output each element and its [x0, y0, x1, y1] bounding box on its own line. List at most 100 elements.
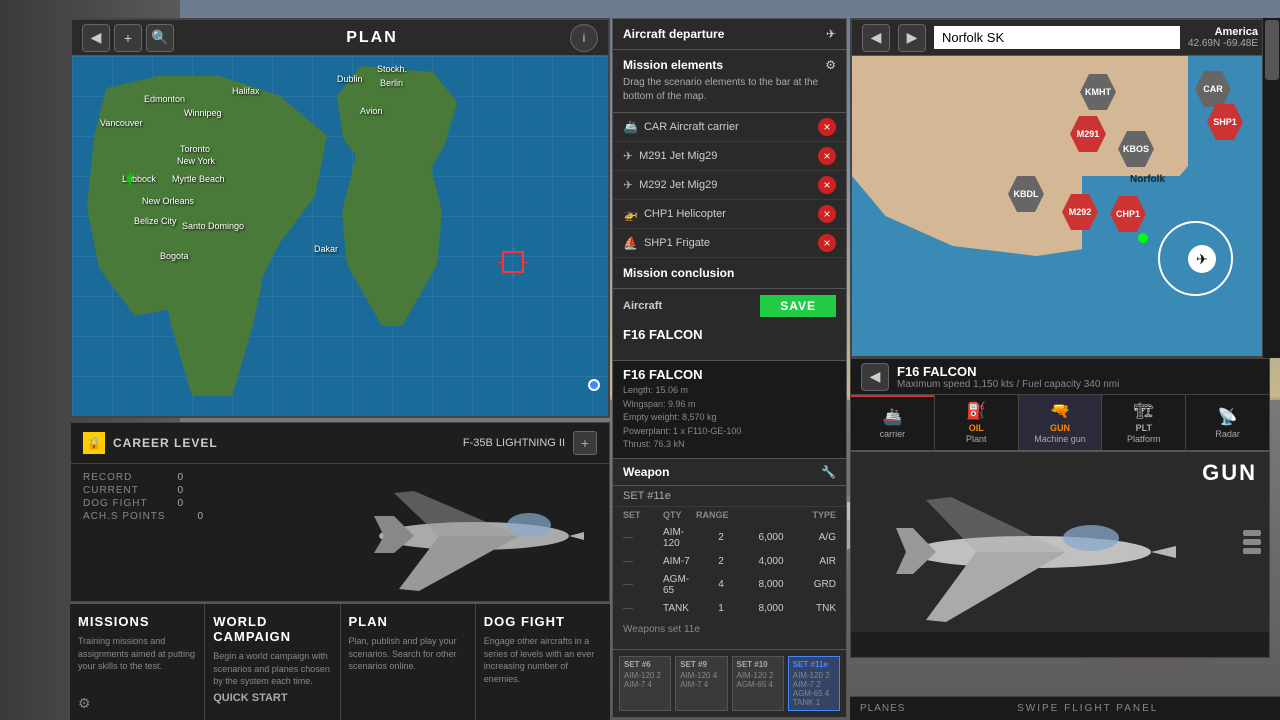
tactical-forward-button[interactable]: ▶: [898, 24, 926, 52]
hex-chp1[interactable]: CHP1: [1110, 196, 1146, 232]
aircraft-departure-icon: ✈: [826, 27, 836, 41]
mission-elements-section: Mission elements ⚙ Drag the scenario ele…: [613, 50, 846, 113]
toolbar-radar[interactable]: 📡 Radar: [1186, 395, 1269, 450]
career-stat-ach: ACH.S POINTS 0: [83, 511, 203, 522]
weapon-set-label: SET #11e: [613, 486, 846, 507]
rp-aircraft-preview-area: GUN: [851, 452, 1269, 632]
weapon-set-10[interactable]: SET #10 AIM-120 2 AGM-65 4: [732, 656, 784, 711]
save-button[interactable]: SAVE: [760, 295, 836, 317]
aircraft-info-title: F16 FALCON: [623, 367, 836, 382]
mission-element-m292: ✈ M292 Jet Mig29 ×: [613, 171, 846, 200]
rp-aircraft-info: F16 FALCON Maximum speed 1,150 kts / Fue…: [897, 364, 1119, 390]
weapon-set-11e[interactable]: SET #11e AIM-120 2 AIM-7 2 AGM-65 4 TANK…: [788, 656, 840, 711]
tactical-map-view[interactable]: Norfolk KMHT CAR M291 KBOS SHP1 KBDL M29…: [852, 56, 1268, 356]
platform-toolbar-label: Platform: [1127, 434, 1161, 444]
menu-item-plan[interactable]: PLAN Plan, publish and play your scenari…: [341, 604, 476, 720]
mission-element-car: 🚢 CAR Aircraft carrier ×: [613, 113, 846, 142]
carrier-active-indicator: [851, 395, 934, 397]
mission-element-m292-label: M292 Jet Mig29: [639, 179, 717, 191]
weapon-section-header: Weapon 🔧: [613, 459, 846, 486]
hex-car[interactable]: CAR: [1195, 71, 1231, 107]
plan-nav-controls: ◀ + 🔍: [82, 24, 174, 52]
map-label-norfolk: Norfolk: [1130, 174, 1165, 185]
hex-m291[interactable]: M291: [1070, 116, 1106, 152]
carrier-toolbar-icon: 🚢: [882, 407, 902, 427]
mission-elements-header: Mission elements ⚙: [623, 58, 836, 72]
scroll-thumb[interactable]: [1265, 20, 1279, 80]
hex-shp1[interactable]: SHP1: [1207, 104, 1243, 140]
plan-search-button[interactable]: 🔍: [146, 24, 174, 52]
weapon-column-headers: SET QTY RANGE TYPE: [613, 507, 846, 524]
bottom-status-bar: PLANES SWIPE FLIGHT PANEL: [850, 696, 1280, 720]
plan-add-button[interactable]: +: [114, 24, 142, 52]
career-title: CAREER LEVEL: [113, 436, 455, 450]
remove-shp1-button[interactable]: ×: [818, 234, 836, 252]
menu-quickstart-label[interactable]: QUICK START: [213, 692, 331, 704]
ammo-stack: [1243, 530, 1261, 554]
toolbar-oil[interactable]: ⛽ OIL Plant: [935, 395, 1019, 450]
menu-item-world-campaign[interactable]: WORLD CAMPAIGN Begin a world campaign wi…: [205, 604, 340, 720]
bottom-menu: MISSIONS Training missions and assignmen…: [70, 602, 610, 720]
aircraft-departure-title: Aircraft departure: [623, 27, 724, 41]
weapon-row-tank: — TANK 1 8,000 TNK: [613, 600, 846, 618]
menu-item-missions[interactable]: MISSIONS Training missions and assignmen…: [70, 604, 205, 720]
carrier-icon: 🚢: [623, 120, 638, 134]
toolbar-platform[interactable]: 🏗 PLT Platform: [1102, 395, 1186, 450]
remove-chp1-button[interactable]: ×: [818, 205, 836, 223]
f35-preview: [359, 461, 589, 591]
menu-missions-desc: Training missions and assignments aimed …: [78, 635, 196, 673]
career-nav-button[interactable]: +: [573, 431, 597, 455]
mission-aircraft-label-row: Aircraft SAVE: [613, 289, 846, 323]
plan-info-button[interactable]: i: [570, 24, 598, 52]
side-scrollbar[interactable]: [1262, 18, 1280, 358]
aircraft-position-marker: ✈: [1188, 245, 1216, 273]
remove-m291-button[interactable]: ×: [818, 147, 836, 165]
hex-m292[interactable]: M292: [1062, 194, 1098, 230]
rp-back-button[interactable]: ◀: [861, 363, 889, 391]
map-blue-indicator: [588, 379, 600, 391]
aircraft-departure-header: Aircraft departure ✈: [623, 27, 836, 41]
career-panel: 🔒 CAREER LEVEL F-35B LIGHTNING II + RECO…: [70, 422, 610, 602]
aircraft-info-specs: Length: 15.06 m Wingspan: 9.96 m Empty w…: [623, 384, 836, 452]
gear-icon: ⚙: [78, 695, 91, 712]
rp-aircraft-name: F16 FALCON: [897, 364, 1119, 379]
gun-tag: GUN: [1050, 423, 1070, 433]
aircraft-info-panel: F16 FALCON Length: 15.06 m Wingspan: 9.9…: [612, 360, 847, 718]
mission-element-m291-label: M291 Jet Mig29: [639, 150, 717, 162]
weapon-set-thumbnails: SET #6 AIM-120 2 AIM-7 4 SET #9 AIM-120 …: [613, 649, 846, 717]
hex-kbdl[interactable]: KBDL: [1008, 176, 1044, 212]
menu-item-dogfight[interactable]: DOG FIGHT Engage other aircrafts in a se…: [476, 604, 610, 720]
radar-toolbar-label: Radar: [1215, 429, 1240, 439]
mission-aircraft-name: F16 FALCON: [613, 323, 846, 346]
radar-toolbar-icon: 📡: [1218, 407, 1238, 427]
tactical-coords: 42.69N -69.48E: [1188, 38, 1258, 49]
planes-label: PLANES: [860, 703, 905, 714]
career-stat-record: RECORD 0: [83, 472, 183, 483]
toolbar-carrier[interactable]: 🚢 carrier: [851, 395, 935, 450]
right-panel-header: ◀ F16 FALCON Maximum speed 1,150 kts / F…: [851, 359, 1269, 395]
hex-kbos[interactable]: KBOS: [1118, 131, 1154, 167]
hex-kmht[interactable]: KMHT: [1080, 74, 1116, 110]
remove-m292-button[interactable]: ×: [818, 176, 836, 194]
location-input[interactable]: [934, 26, 1180, 49]
platform-toolbar-icon: 🏗: [1134, 401, 1154, 421]
career-header: 🔒 CAREER LEVEL F-35B LIGHTNING II +: [71, 423, 609, 464]
menu-plan-title: PLAN: [349, 614, 467, 629]
green-position-dot: [1138, 233, 1148, 243]
rp-aircraft-specs: Maximum speed 1,150 kts / Fuel capacity …: [897, 379, 1119, 390]
tactical-map-panel: ◀ ▶ America 42.69N -69.48E Norfolk KMHT …: [850, 18, 1270, 358]
mission-conclusion-title: Mission conclusion: [623, 266, 836, 280]
plan-world-map[interactable]: Vancouver Edmonton Winnipeg Halifax Toro…: [72, 56, 608, 416]
career-aircraft-name: F-35B LIGHTNING II: [463, 437, 565, 449]
toolbar-gun[interactable]: 🔫 GUN Machine gun: [1019, 395, 1103, 450]
weapon-row-aim120: — AIM-120 2 6,000 A/G: [613, 524, 846, 553]
plan-back-button[interactable]: ◀: [82, 24, 110, 52]
aircraft-info-header: F16 FALCON Length: 15.06 m Wingspan: 9.9…: [613, 361, 846, 459]
weapon-row-aim7: — AIM-7 2 4,000 AIR: [613, 553, 846, 571]
remove-car-button[interactable]: ×: [818, 118, 836, 136]
carrier-toolbar-label: carrier: [880, 429, 906, 439]
weapon-set-9[interactable]: SET #9 AIM-120 4 AIM-7 4: [675, 656, 727, 711]
plan-panel: ◀ + 🔍 PLAN i Vancouver Edmonton Winnipeg…: [70, 18, 610, 418]
tactical-back-button[interactable]: ◀: [862, 24, 890, 52]
weapon-set-6[interactable]: SET #6 AIM-120 2 AIM-7 4: [619, 656, 671, 711]
